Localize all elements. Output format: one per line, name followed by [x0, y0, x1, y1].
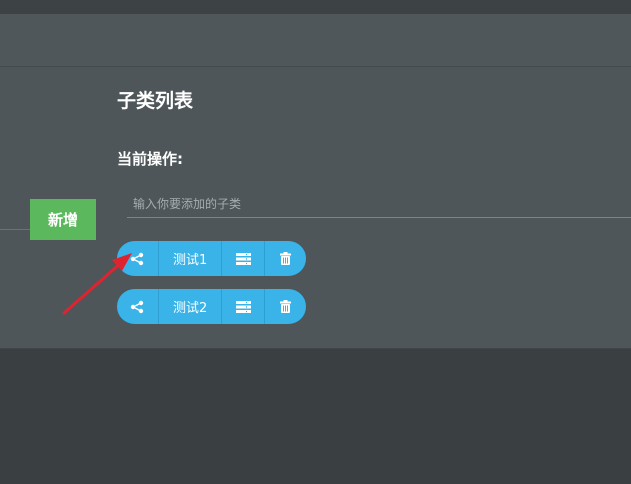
trash-icon: [280, 252, 292, 265]
subclass-item: 测试2: [117, 289, 306, 324]
list-icon: [235, 252, 251, 265]
subclass-item: 测试1: [117, 241, 306, 276]
add-button[interactable]: 新增: [30, 199, 96, 240]
annotation-arrow-icon: [62, 253, 132, 315]
trash-icon: [280, 300, 292, 313]
item-name-button[interactable]: 测试2: [159, 289, 223, 324]
top-strip: [0, 0, 631, 15]
subclass-input[interactable]: [127, 190, 631, 218]
page-title: 子类列表: [117, 90, 194, 112]
current-operation-label: 当前操作:: [117, 150, 183, 168]
list-icon: [235, 300, 251, 313]
list-button[interactable]: [222, 289, 266, 324]
list-button[interactable]: [222, 241, 266, 276]
header-band: [0, 14, 631, 67]
delete-button[interactable]: [265, 289, 306, 324]
item-name-button[interactable]: 测试1: [159, 241, 223, 276]
delete-button[interactable]: [265, 241, 306, 276]
